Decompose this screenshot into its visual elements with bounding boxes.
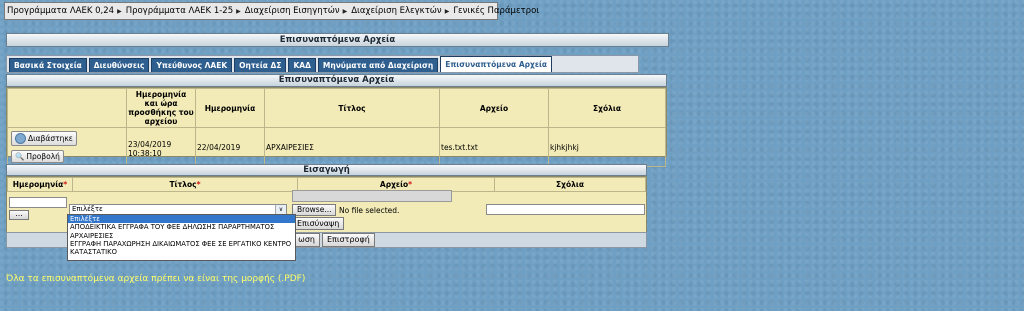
date-picker-button[interactable]: ...: [9, 210, 29, 220]
back-button[interactable]: Επιστροφή: [322, 233, 375, 247]
magnifier-icon: 🔍: [15, 152, 25, 161]
insert-header-date: Ημερομηνία*: [7, 177, 73, 192]
column-header-upload-date: Ημερομηνία και ώρα προσθήκης του αρχείου: [126, 88, 196, 128]
top-menu-bar: Προγράμματα ΛΑΕΚ 0,24 ▶ Προγράμματα ΛΑΕΚ …: [4, 2, 539, 20]
column-header-comments: Σχόλια: [548, 88, 666, 128]
insert-header-comments: Σχόλια: [494, 177, 646, 192]
row-actions-cell: Διαβάστηκε 🔍 Προβολή: [7, 127, 127, 167]
insert-section-title: Εισαγωγή: [6, 164, 647, 176]
insert-header-file-label: Αρχείο: [379, 180, 409, 189]
menu-item-label: Διαχείριση Εισηγητών: [244, 6, 340, 16]
table-header-row: Ημερομηνία και ώρα προσθήκης του αρχείου…: [7, 88, 666, 128]
column-header-date: Ημερομηνία: [195, 88, 265, 128]
attach-button[interactable]: Επισύναψη: [292, 217, 345, 230]
tab-bar: Βασικά Στοιχεία Διευθύνσεις Υπεύθυνος ΛΑ…: [6, 55, 639, 73]
dropdown-option[interactable]: ΚΑΤΑΣΤΑΤΙΚΟ: [68, 248, 295, 256]
pdf-format-note: Όλα τα επισυναπτόμενα αρχεία πρέπει να ε…: [6, 274, 306, 284]
caret-right-icon: ▶: [117, 7, 122, 15]
upload-time: 10:38:10: [128, 149, 162, 158]
required-mark: *: [63, 180, 68, 189]
view-button[interactable]: 🔍 Προβολή: [11, 150, 64, 163]
tab-attachments[interactable]: Επισυναπτόμενα Αρχεία: [440, 56, 553, 72]
tab-laek-manager[interactable]: Υπεύθυνος ΛΑΕΚ: [151, 58, 233, 72]
insert-header-title: Τίτλος*: [72, 177, 298, 192]
tab-board[interactable]: Οητεία ΔΣ: [234, 58, 287, 72]
file-cell: tes.txt.txt: [439, 127, 549, 167]
caret-right-icon: ▶: [444, 7, 450, 15]
mark-read-button[interactable]: Διαβάστηκε: [11, 131, 77, 146]
dropdown-option[interactable]: ΑΡΧΑΙΡΕΣΙΕΣ: [68, 232, 295, 240]
menu-item-label: Διαχείριση Ελεγκτών: [351, 6, 442, 16]
table-row: Διαβάστηκε 🔍 Προβολή 23/04/2019 10:38:10 …: [7, 127, 666, 167]
comments-input[interactable]: [486, 204, 645, 215]
tab-addresses[interactable]: Διευθύνσεις: [88, 58, 150, 72]
view-label: Προβολή: [26, 152, 60, 161]
upload-datetime-cell: 23/04/2019 10:38:10: [126, 127, 196, 167]
required-mark: *: [408, 180, 413, 189]
browse-button[interactable]: Browse...: [292, 204, 337, 216]
tab-basic-info[interactable]: Βασικά Στοιχεία: [9, 58, 87, 72]
date-cell: 22/04/2019: [195, 127, 265, 167]
date-input[interactable]: [9, 197, 67, 208]
menu-item-laek-024[interactable]: Προγράμματα ΛΑΕΚ 0,24 ▶: [7, 6, 122, 16]
upload-date: 23/04/2019: [128, 140, 172, 149]
insert-header-title-label: Τίτλος: [169, 180, 197, 189]
file-status-text: No file selected.: [339, 206, 400, 215]
insert-header-date-label: Ημερομηνία: [12, 180, 64, 189]
title-select-value: Επιλέξτε: [72, 205, 103, 213]
caret-right-icon: ▶: [236, 7, 241, 15]
dropdown-option[interactable]: ΑΠΟΔΕΙΚΤΙΚΑ ΕΓΓΡΑΦΑ ΤΟΥ ΦΕΕ ΔΗΛΩΣΗΣ ΠΑΡΑ…: [68, 223, 295, 231]
column-header-actions: [7, 88, 127, 128]
menu-item-parameters[interactable]: Γενικές Παράμετροι: [453, 6, 539, 16]
caret-right-icon: ▶: [342, 7, 348, 15]
title-cell: ΑΡΧΑΙΡΕΣΙΕΣ: [264, 127, 440, 167]
menu-item-speakers[interactable]: Διαχείριση Εισηγητών ▶: [245, 6, 347, 16]
comments-cell: kjhkjhkj: [548, 127, 666, 167]
chevron-down-icon[interactable]: ∨: [275, 205, 286, 214]
required-mark: *: [196, 180, 201, 189]
menu-item-auditors[interactable]: Διαχείριση Ελεγκτών ▶: [351, 6, 449, 16]
column-header-file: Αρχείο: [439, 88, 549, 128]
dropdown-option[interactable]: ΕΓΓΡΑΦΗ ΠΑΡΑΧΩΡΗΣΗ ΔΙΚΑΙΩΜΑΤΟΣ ΦΕΕ ΣΕ ΕΡ…: [68, 240, 295, 248]
read-icon: [15, 133, 26, 144]
attachments-section-title: Επισυναπτόμενα Αρχεία: [6, 74, 667, 87]
menu-item-label: Προγράμματα ΛΑΕΚ 1-25: [125, 6, 234, 16]
file-path-display: [292, 190, 452, 202]
tab-admin-messages[interactable]: Μηνύματα από Διαχείριση: [317, 58, 439, 72]
page-title: Επισυναπτόμενα Αρχεία: [6, 33, 669, 47]
mark-read-label: Διαβάστηκε: [28, 134, 73, 143]
attachments-table: Ημερομηνία και ώρα προσθήκης του αρχείου…: [6, 87, 667, 167]
title-dropdown-list: Επιλέξτε ΑΠΟΔΕΙΚΤΙΚΑ ΕΓΓΡΑΦΑ ΤΟΥ ΦΕΕ ΔΗΛ…: [67, 214, 296, 261]
menu-item-label: Προγράμματα ΛΑΕΚ 0,24: [7, 6, 115, 16]
tab-kad[interactable]: ΚΑΔ: [288, 58, 316, 72]
menu-item-label: Γενικές Παράμετροι: [453, 6, 540, 16]
dropdown-option[interactable]: Επιλέξτε: [68, 215, 295, 224]
menu-item-laek-125[interactable]: Προγράμματα ΛΑΕΚ 1-25 ▶: [126, 6, 241, 16]
column-header-title: Τίτλος: [264, 88, 440, 128]
